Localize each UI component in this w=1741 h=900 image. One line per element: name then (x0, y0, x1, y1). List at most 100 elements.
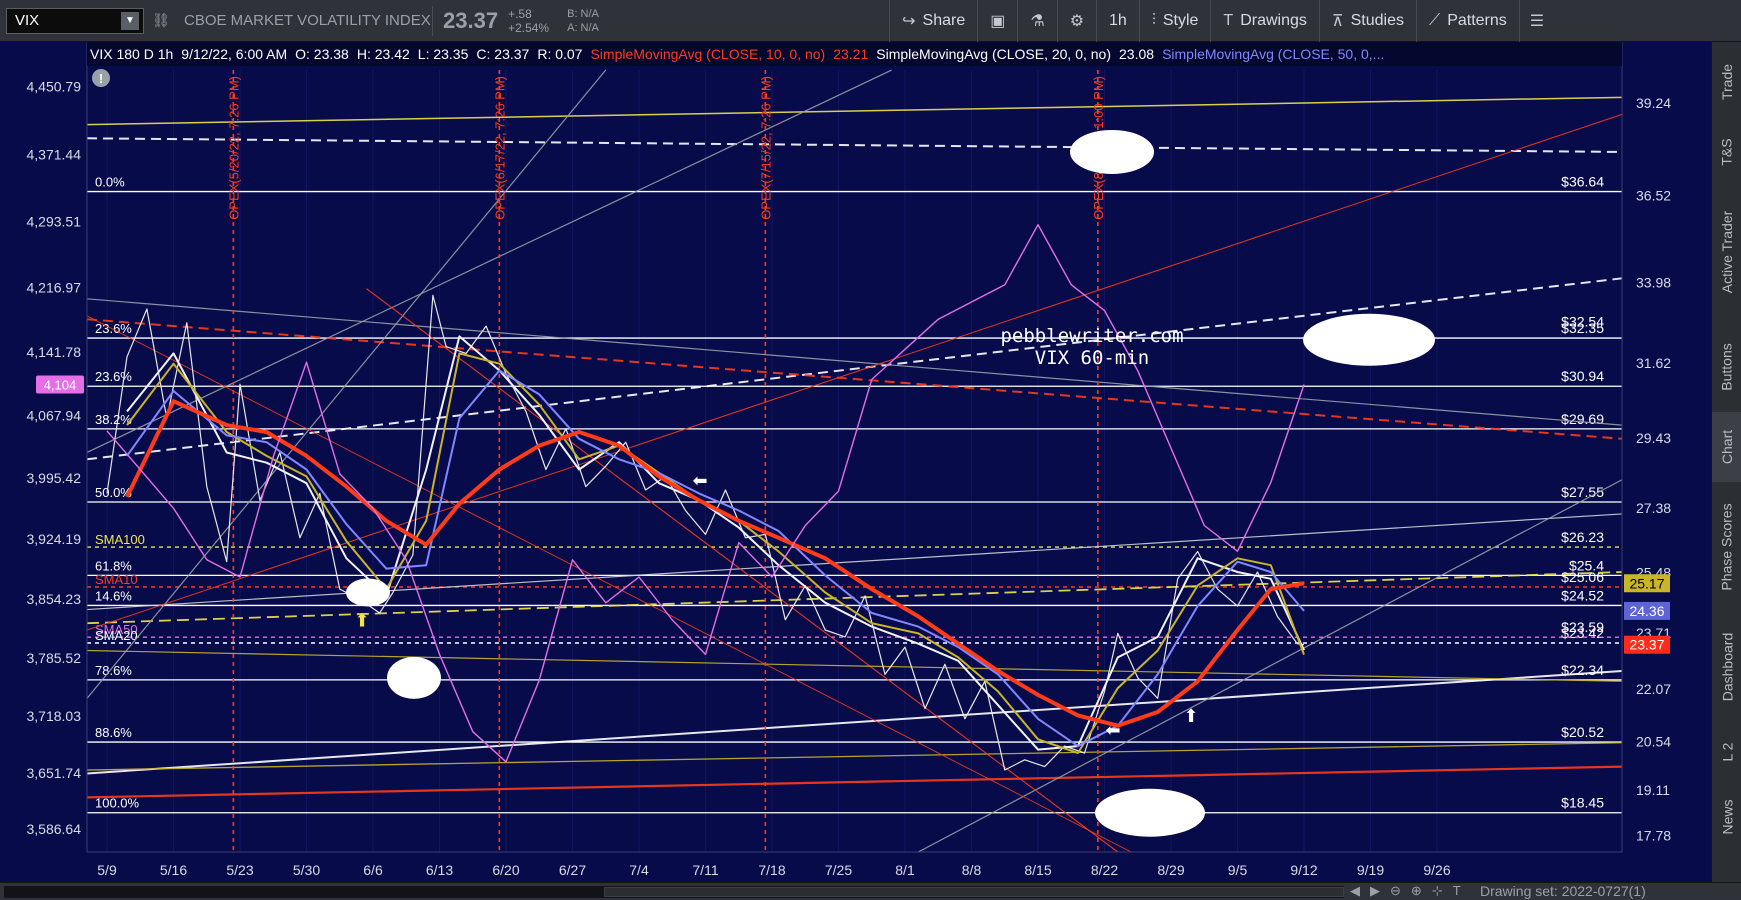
x-axis-tick: 5/16 (160, 862, 187, 878)
tab-trade[interactable]: Trade (1712, 42, 1741, 122)
left-axis-tick: 4,067.94 (27, 408, 82, 424)
left-axis-tick: 3,924.19 (27, 531, 82, 547)
chart-header-field: 23.08 (1119, 46, 1154, 62)
chart-header-field: R: 0.07 (537, 46, 582, 62)
patterns-icon: ⟋ (1428, 11, 1441, 29)
left-axis-tick: 3,995.42 (27, 470, 82, 486)
level-price-label: $25.06 (1561, 569, 1604, 585)
sma-level-label: SMA100 (95, 532, 145, 547)
settings-button[interactable]: ⚙ (1056, 0, 1096, 42)
x-axis-tick: 6/20 (492, 862, 519, 878)
annotation-arrow: ⬆ (354, 611, 369, 632)
level-price-label: $18.45 (1561, 795, 1604, 811)
tab-chart-label: Chart (1719, 429, 1736, 465)
tab-trade-label: Trade (1719, 63, 1735, 101)
x-axis-tick: 9/26 (1423, 862, 1450, 878)
tab-active-trader[interactable]: Active Trader (1712, 182, 1741, 322)
x-axis-tick: 8/1 (895, 862, 915, 878)
left-axis-tick: 4,371.44 (27, 147, 82, 163)
x-axis-tick: 5/23 (226, 862, 253, 878)
x-axis-tick: 5/9 (97, 862, 117, 878)
right-axis-area (1622, 42, 1711, 882)
tab-ts[interactable]: T&S (1712, 122, 1741, 182)
flask-icon: ⚗ (1030, 12, 1045, 30)
tab-phase-scores[interactable]: Phase Scores (1712, 482, 1741, 612)
price-chart[interactable]: 0.0%23.6%23.6%38.2%50.0%61.8%14.6%78.6%8… (0, 42, 1711, 882)
chart-header-field: O: 23.38 (295, 46, 349, 62)
spx-price-tag-label: 4,104 (44, 378, 77, 393)
chart-header-field: H: 23.42 (357, 46, 410, 62)
annotation-arrow: ⬅ (1105, 720, 1120, 741)
side-tab-bar: Trade T&S Active Trader Buttons Chart Ph… (1711, 42, 1741, 882)
annotation-oval (1095, 788, 1205, 837)
tab-news[interactable]: News (1712, 782, 1741, 852)
tab-dashboard[interactable]: Dashboard (1712, 612, 1741, 722)
chart-header-field: VIX 180 D 1h (90, 46, 173, 62)
annotation-oval (346, 578, 390, 607)
chart-header-field: L: 23.35 (418, 46, 469, 62)
opex-label: OPEX(6/17/22, 7:26 PM) (492, 76, 507, 220)
last-price: 23.37 (443, 7, 499, 33)
annotation-arrow: ⬆ (1183, 706, 1198, 727)
studies-button[interactable]: ⊼ Studies (1318, 0, 1416, 42)
share-button[interactable]: ↪ Share (889, 0, 977, 42)
style-icon: ⫶ (1151, 11, 1156, 29)
x-axis-tick: 7/4 (629, 862, 649, 878)
divider (432, 5, 433, 36)
price-tag-label: 25.17 (1629, 575, 1664, 591)
left-axis-tick: 3,718.03 (27, 708, 82, 724)
opex-label: OPEX(5/20/22, 7:26 PM) (226, 76, 241, 220)
fib-level-label: 14.6% (95, 588, 132, 603)
zoom-out-icon[interactable]: ⊖ (1390, 883, 1401, 899)
share-icon: ↪ (902, 12, 916, 30)
symbol-selector[interactable]: VIX ▼ (6, 7, 144, 34)
tab-buttons[interactable]: Buttons (1712, 322, 1741, 412)
alert-icon-mark: ! (99, 71, 103, 86)
scroll-left-icon[interactable]: ◀ (1350, 883, 1360, 899)
style-button[interactable]: ⫶ Style (1138, 0, 1211, 42)
zoom-in-icon[interactable]: ⊕ (1411, 883, 1422, 899)
left-axis-tick: 3,785.52 (27, 650, 82, 666)
horizontal-scrollbar[interactable] (4, 886, 1344, 898)
patterns-label: Patterns (1447, 11, 1507, 29)
x-axis-tick: 9/12 (1290, 862, 1317, 878)
tab-chart[interactable]: Chart (1712, 412, 1741, 482)
fib-level-label: 23.6% (95, 369, 132, 384)
timeframe-label: 1h (1109, 11, 1127, 29)
zoom-controls: ◀ ▶ ⊖ ⊕ ⊹ T (1350, 883, 1461, 899)
x-axis-tick: 9/19 (1357, 862, 1384, 878)
fib-level-label: 0.0% (95, 175, 125, 190)
flask-button[interactable]: ⚗ (1017, 0, 1056, 42)
right-axis-tick: 20.54 (1636, 733, 1671, 749)
drawing-tool-icon[interactable]: T (1453, 883, 1461, 899)
watermark-site: pebblewriter.com (1000, 325, 1183, 347)
symbol-description: CBOE MARKET VOLATILITY INDEX (184, 12, 431, 29)
ask-value: A: N/A (567, 21, 599, 34)
crosshair-icon[interactable]: ⊹ (1432, 883, 1443, 899)
patterns-button[interactable]: ⟋ Patterns (1415, 0, 1519, 42)
link-icon[interactable]: ⛓ (152, 12, 170, 29)
price-tag-label: 24.36 (1629, 603, 1664, 619)
tab-l2[interactable]: L 2 (1712, 722, 1741, 782)
chart-header-field: SimpleMovingAvg (CLOSE, 50, 0,... (1162, 46, 1384, 62)
scroll-right-icon[interactable]: ▶ (1370, 883, 1380, 899)
right-axis-tick: 36.52 (1636, 188, 1671, 204)
drawings-button[interactable]: T Drawings (1210, 0, 1318, 42)
x-axis-tick: 8/8 (962, 862, 982, 878)
change-value: +.58 (508, 6, 532, 21)
timeframe-button[interactable]: 1h (1096, 0, 1139, 42)
tab-ts-label: T&S (1718, 138, 1735, 166)
scrollbar-thumb[interactable] (604, 887, 1344, 897)
tab-phase-scores-label: Phase Scores (1719, 503, 1736, 591)
style-label: Style (1162, 11, 1199, 29)
menu-icon: ☰ (1529, 12, 1545, 30)
left-axis-tick: 4,293.51 (27, 214, 82, 230)
screenshot-button[interactable]: ▣ (977, 0, 1017, 42)
chart-panel[interactable]: 0.0% 23.6% 23.6% 38.2% 50.0% 61.8% 14.6% 78.6% 8… (0, 42, 1711, 882)
chevron-down-icon[interactable]: ▼ (121, 11, 139, 30)
right-axis-tick: 27.38 (1636, 500, 1671, 516)
annotation-oval (1070, 129, 1154, 174)
bid-ask: B: N/A A: N/A (567, 7, 627, 35)
menu-button[interactable]: ☰ (1518, 0, 1554, 42)
drawings-label: Drawings (1240, 11, 1307, 29)
